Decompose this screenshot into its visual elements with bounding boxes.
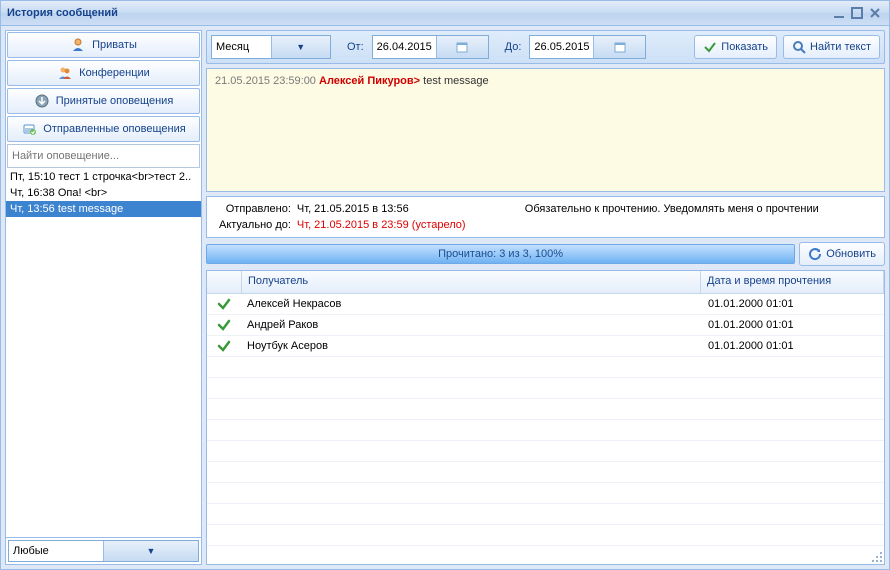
from-label: От:: [337, 41, 366, 53]
close-icon[interactable]: [867, 5, 883, 21]
period-combo[interactable]: Месяц ▼: [211, 35, 331, 59]
people-icon: [57, 65, 73, 81]
to-label: До:: [495, 41, 524, 53]
recipient-name: Ноутбук Асеров: [241, 338, 702, 354]
history-window: История сообщений Приваты Конфер: [0, 0, 890, 570]
sidebar-btn-conferences[interactable]: Конференции: [7, 60, 200, 86]
recipient-name: Алексей Некрасов: [241, 296, 702, 312]
maximize-icon[interactable]: [849, 5, 865, 21]
button-label: Найти текст: [810, 41, 871, 53]
to-date-field[interactable]: 26.05.2015: [529, 35, 646, 59]
recipient-time: 01.01.2000 01:01: [702, 296, 884, 312]
outbox-icon: [21, 121, 37, 137]
progress-text: Прочитано: 3 из 3, 100%: [438, 248, 563, 260]
valid-value: Чт, 21.05.2015 в 23:59 (устарело): [297, 219, 466, 231]
date-value: 26.04.2015: [373, 41, 436, 53]
refresh-button[interactable]: Обновить: [799, 242, 885, 266]
calendar-icon[interactable]: [436, 36, 488, 58]
button-label: Показать: [721, 41, 768, 53]
recipient-time: 01.01.2000 01:01: [702, 317, 884, 333]
sent-value: Чт, 21.05.2015 в 13:56: [297, 203, 466, 215]
recipient-name: Андрей Раков: [241, 317, 702, 333]
flags-text: Обязательно к прочтению. Уведомлять меня…: [472, 203, 872, 215]
list-item[interactable]: Чт, 16:38 Опа! <br>: [6, 185, 201, 201]
refresh-icon: [808, 247, 822, 261]
resize-grip-icon[interactable]: [869, 549, 883, 563]
sidebar-btn-privates[interactable]: Приваты: [7, 32, 200, 58]
check-icon: [703, 40, 717, 54]
recipients-grid: Получатель Дата и время прочтения Алексе…: [206, 270, 885, 565]
table-row[interactable]: Алексей Некрасов 01.01.2000 01:01: [207, 294, 884, 315]
find-text-button[interactable]: Найти текст: [783, 35, 880, 59]
person-icon: [70, 37, 86, 53]
titlebar[interactable]: История сообщений: [1, 1, 889, 26]
message-sender: Алексей Пикуров: [319, 75, 414, 87]
combo-value: Любые: [9, 545, 103, 557]
recipient-time: 01.01.2000 01:01: [702, 338, 884, 354]
col-readtime[interactable]: Дата и время прочтения: [701, 271, 884, 293]
combo-value: Месяц: [212, 41, 271, 53]
main-panel: Месяц ▼ От: 26.04.2015 До: 26.05.2015: [206, 30, 885, 565]
sidebar: Приваты Конференции Принятые оповещения …: [5, 30, 202, 565]
list-item[interactable]: Пт, 15:10 тест 1 строчка<br>тест 2..: [6, 169, 201, 185]
toolbar: Месяц ▼ От: 26.04.2015 До: 26.05.2015: [206, 30, 885, 64]
message-area[interactable]: 21.05.2015 23:59:00 Алексей Пикуров> tes…: [206, 68, 885, 192]
check-icon: [217, 339, 231, 353]
minimize-icon[interactable]: [831, 5, 847, 21]
chevron-down-icon[interactable]: ▼: [103, 541, 198, 561]
grid-body[interactable]: Алексей Некрасов 01.01.2000 01:01 Андрей…: [207, 294, 884, 564]
table-row[interactable]: Андрей Раков 01.01.2000 01:01: [207, 315, 884, 336]
from-date-field[interactable]: 26.04.2015: [372, 35, 489, 59]
sidebar-btn-sent[interactable]: Отправленные оповещения: [7, 116, 200, 142]
sidebar-list[interactable]: Пт, 15:10 тест 1 строчка<br>тест 2.. Чт,…: [6, 169, 201, 537]
button-label: Обновить: [826, 248, 876, 260]
valid-label: Актуально до:: [219, 219, 291, 231]
table-row[interactable]: Ноутбук Асеров 01.01.2000 01:01: [207, 336, 884, 357]
check-icon: [217, 318, 231, 332]
inbox-icon: [34, 93, 50, 109]
date-value: 26.05.2015: [530, 41, 593, 53]
sent-label: Отправлено:: [219, 203, 291, 215]
sidebar-btn-label: Приваты: [92, 39, 137, 51]
search-input[interactable]: [7, 144, 200, 168]
show-button[interactable]: Показать: [694, 35, 777, 59]
message-sep: >: [414, 75, 420, 87]
grid-header: Получатель Дата и время прочтения: [207, 271, 884, 294]
message-timestamp: 21.05.2015 23:59:00: [215, 75, 316, 87]
list-item[interactable]: Чт, 13:56 test message: [6, 201, 201, 217]
col-recipient[interactable]: Получатель: [242, 271, 701, 293]
sidebar-btn-label: Отправленные оповещения: [43, 123, 185, 135]
calendar-icon[interactable]: [593, 36, 645, 58]
meta-panel: Отправлено: Чт, 21.05.2015 в 13:56 Обяза…: [206, 196, 885, 238]
chevron-down-icon[interactable]: ▼: [271, 36, 331, 58]
sidebar-btn-label: Принятые оповещения: [56, 95, 174, 107]
search-icon: [792, 40, 806, 54]
read-progress-bar: Прочитано: 3 из 3, 100%: [206, 244, 795, 264]
sidebar-btn-received[interactable]: Принятые оповещения: [7, 88, 200, 114]
check-icon: [217, 297, 231, 311]
filter-combo[interactable]: Любые ▼: [8, 540, 199, 562]
sidebar-btn-label: Конференции: [79, 67, 150, 79]
window-title: История сообщений: [7, 7, 118, 19]
message-body: test message: [423, 75, 488, 87]
